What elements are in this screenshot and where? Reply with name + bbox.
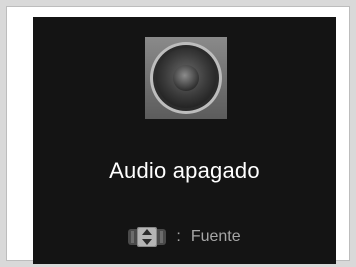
figure-frame: Audio apagado : Fuente — [6, 6, 350, 264]
source-hint: : Fuente — [33, 223, 336, 251]
audio-status-text: Audio apagado — [109, 158, 260, 183]
hint-separator: : — [176, 228, 181, 245]
hint-label: Fuente — [190, 228, 241, 245]
audio-screen: Audio apagado : Fuente — [33, 17, 336, 264]
speaker-icon — [145, 37, 227, 119]
knob-icon — [128, 225, 167, 249]
